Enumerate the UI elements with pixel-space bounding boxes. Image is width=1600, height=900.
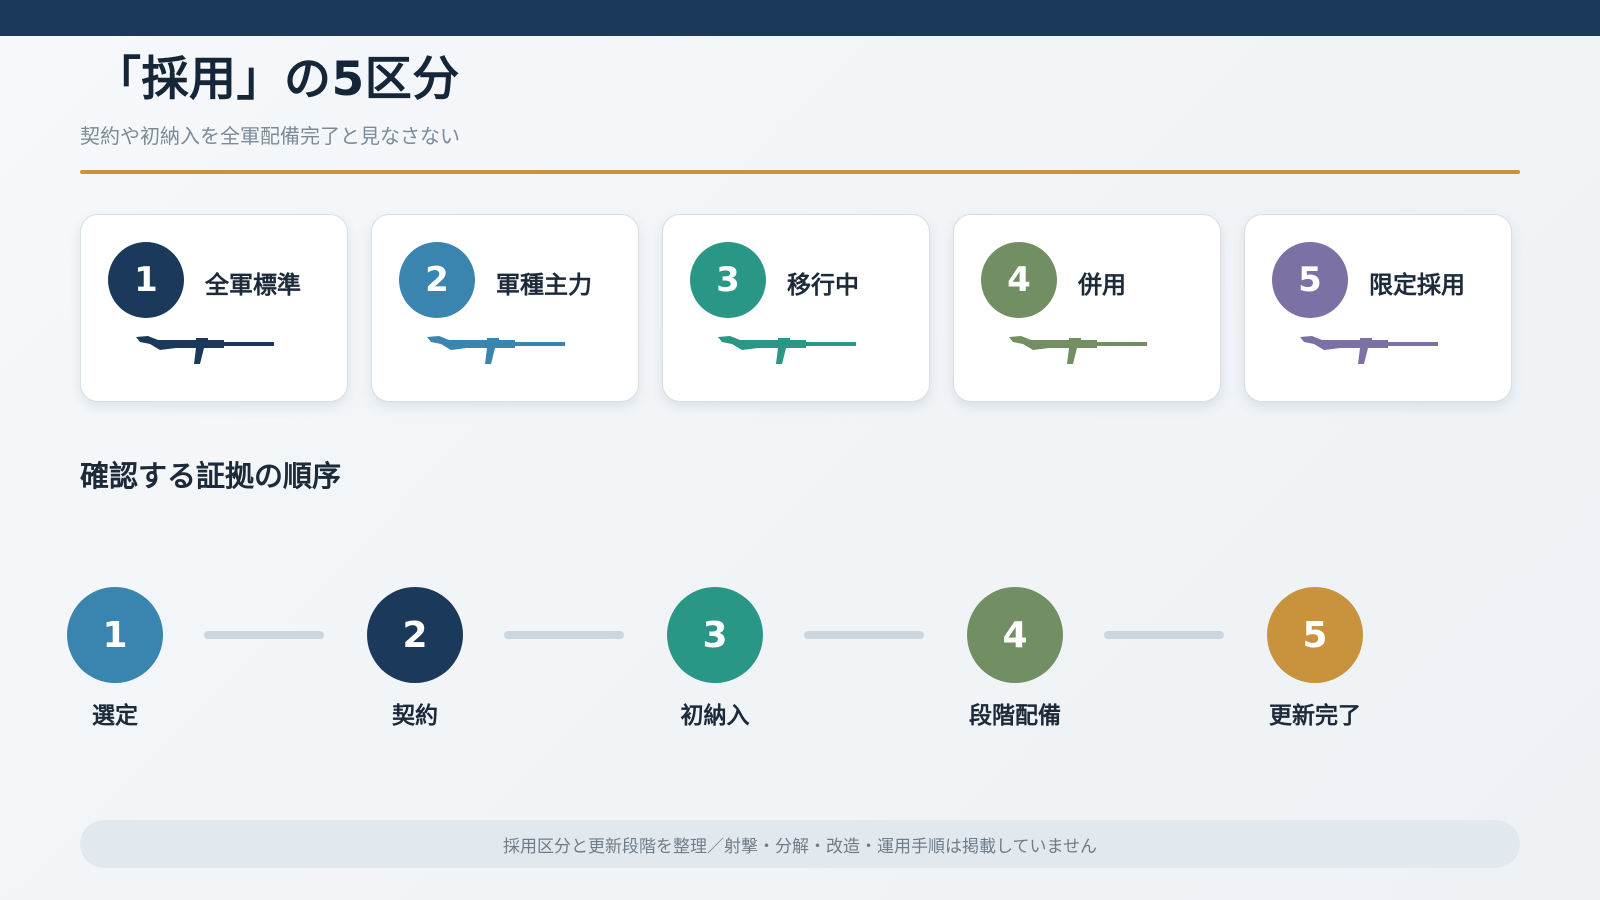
footer-note: 採用区分と更新段階を整理／射撃・分解・改造・運用手順は掲載していません (80, 820, 1520, 868)
evidence-heading: 確認する証拠の順序 (80, 459, 342, 493)
timeline-step-1-label: 選定 (92, 703, 138, 729)
timeline-step-5-label: 更新完了 (1269, 703, 1361, 729)
rifle-icon (718, 336, 856, 364)
page-subtitle: 契約や初納入を全軍配備完了と見なさない (80, 124, 460, 148)
rifle-icon (1300, 336, 1438, 364)
category-card-5: 5 限定採用 (1244, 214, 1512, 402)
category-number-badge: 4 (981, 242, 1057, 318)
category-number-badge: 1 (108, 242, 184, 318)
rifle-icon (1009, 336, 1147, 364)
timeline-step-2-circle: 2 (367, 587, 463, 683)
timeline-step-1-circle: 1 (67, 587, 163, 683)
accent-rule (80, 170, 1520, 174)
timeline-step-5-circle: 5 (1267, 587, 1363, 683)
category-label: 併用 (1078, 271, 1126, 299)
category-label: 限定採用 (1369, 271, 1465, 299)
evidence-timeline: 1 2 3 4 5 選定 契約 初納入 段階配備 更新完了 (0, 580, 1600, 740)
category-number-badge: 2 (399, 242, 475, 318)
category-number-badge: 3 (690, 242, 766, 318)
category-number-badge: 5 (1272, 242, 1348, 318)
timeline-step-3-label: 初納入 (680, 703, 750, 729)
timeline-connector (1104, 631, 1224, 639)
rifle-icon (136, 336, 274, 364)
top-bar (0, 0, 1600, 36)
timeline-connector (204, 631, 324, 639)
category-card-3: 3 移行中 (662, 214, 930, 402)
category-label: 全軍標準 (205, 271, 301, 299)
category-card-2: 2 軍種主力 (371, 214, 639, 402)
timeline-connector (804, 631, 924, 639)
category-label: 軍種主力 (496, 271, 592, 299)
category-card-1: 1 全軍標準 (80, 214, 348, 402)
category-cards: 1 全軍標準 2 軍種主力 3 移行中 4 併用 5 限定採用 (80, 214, 1512, 404)
timeline-step-4-label: 段階配備 (969, 703, 1061, 729)
timeline-connector (504, 631, 624, 639)
rifle-icon (427, 336, 565, 364)
timeline-step-4-circle: 4 (967, 587, 1063, 683)
category-card-4: 4 併用 (953, 214, 1221, 402)
category-label: 移行中 (787, 271, 859, 299)
page-title: 「採用」の5区分 (94, 52, 460, 107)
timeline-step-2-label: 契約 (392, 703, 438, 729)
timeline-step-3-circle: 3 (667, 587, 763, 683)
